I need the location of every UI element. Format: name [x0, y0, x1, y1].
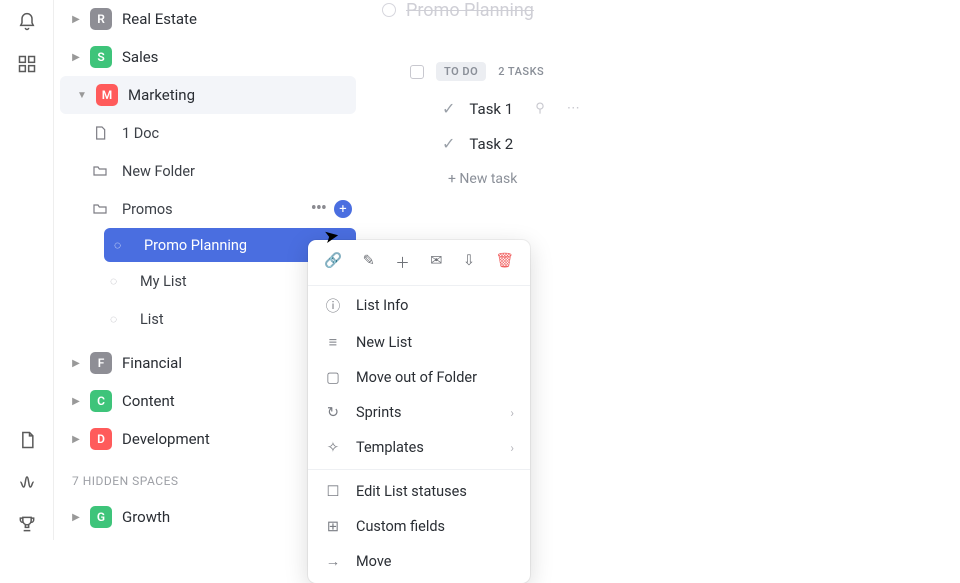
menu-list-info[interactable]: ⓘ List Info: [308, 286, 530, 325]
grid-icon[interactable]: [17, 54, 37, 74]
check-icon[interactable]: ✓: [442, 99, 455, 118]
space-avatar: M: [96, 84, 118, 106]
folder-label: New Folder: [122, 163, 352, 180]
status-pill[interactable]: TO DO: [436, 62, 486, 81]
space-avatar: G: [90, 506, 112, 528]
space-sales[interactable]: ▶ S Sales: [54, 38, 362, 76]
menu-label: Move out of Folder: [356, 369, 477, 386]
menu-label: List Info: [356, 297, 408, 314]
chevron-right-icon: ▶: [68, 396, 84, 407]
collapse-toggle[interactable]: [410, 65, 424, 79]
doc-icon[interactable]: [17, 430, 37, 450]
check-icon[interactable]: ✓: [442, 134, 455, 153]
folder-label: Promos: [122, 201, 311, 218]
menu-label: Templates: [356, 439, 424, 456]
info-icon: ⓘ: [324, 295, 342, 316]
menu-move-out[interactable]: ▢ Move out of Folder: [308, 360, 530, 395]
status-icon: ☐: [324, 483, 342, 500]
chevron-right-icon: ▶: [68, 512, 84, 523]
list-icon: ◌: [110, 274, 130, 288]
activity-icon[interactable]: [17, 472, 37, 492]
space-avatar: C: [90, 390, 112, 412]
move-icon: →: [324, 553, 342, 570]
status-bar: TO DO 2 TASKS: [410, 62, 940, 81]
download-icon[interactable]: ⇩: [463, 252, 475, 273]
attach-icon[interactable]: ⚲: [535, 101, 545, 116]
space-avatar: S: [90, 46, 112, 68]
menu-custom-fields[interactable]: ⊞ Custom fields: [308, 509, 530, 544]
plus-icon[interactable]: ＋: [395, 252, 410, 273]
list-icon: ◌: [114, 238, 134, 252]
menu-sprints[interactable]: ↻ Sprints ›: [308, 395, 530, 430]
chevron-right-icon: ›: [510, 441, 514, 455]
doc-label: 1 Doc: [122, 125, 352, 142]
trophy-icon[interactable]: [17, 514, 37, 534]
chevron-right-icon: ›: [510, 406, 514, 420]
menu-label: Edit List statuses: [356, 483, 467, 500]
add-icon[interactable]: +: [334, 200, 352, 218]
chevron-right-icon: ▶: [68, 14, 84, 25]
new-task-button[interactable]: + New task: [382, 161, 940, 187]
space-avatar: F: [90, 352, 112, 374]
menu-move[interactable]: → Move: [308, 544, 530, 579]
chevron-right-icon: ▶: [68, 358, 84, 369]
space-avatar: D: [90, 428, 112, 450]
context-menu: 🔗 ✎ ＋ ✉ ⇩ 🗑 ⓘ List Info ≡ New List ▢ Move o…: [308, 240, 530, 583]
pen-icon[interactable]: ✎: [363, 252, 375, 273]
task-title: Task 1: [469, 100, 513, 118]
space-avatar: R: [90, 8, 112, 30]
task-count: 2 TASKS: [498, 65, 544, 78]
chevron-down-icon: ▼: [74, 90, 90, 101]
list-label: Promo Planning: [144, 237, 331, 254]
menu-label: Custom fields: [356, 518, 445, 535]
doc-icon: [92, 125, 112, 141]
sprint-icon: ↻: [324, 404, 342, 421]
task-row[interactable]: ✓ Task 1 ⚲ ⋯: [382, 91, 940, 126]
trash-icon[interactable]: 🗑: [496, 252, 514, 273]
chevron-right-icon: ▶: [68, 434, 84, 445]
mail-icon[interactable]: ✉: [430, 252, 442, 273]
status-circle-icon: [382, 3, 396, 17]
menu-new-list[interactable]: ≡ New List: [308, 325, 530, 360]
chevron-right-icon: ▶: [68, 52, 84, 63]
more-task-icon[interactable]: ⋯: [567, 101, 580, 116]
menu-edit-statuses[interactable]: ☐ Edit List statuses: [308, 474, 530, 509]
sidebar-new-folder[interactable]: New Folder: [54, 152, 362, 190]
menu-label: Move: [356, 553, 391, 570]
space-label: Sales: [122, 48, 352, 66]
template-icon: ✧: [324, 439, 342, 456]
fields-icon: ⊞: [324, 518, 342, 535]
folder-icon: [92, 201, 112, 217]
space-real-estate[interactable]: ▶ R Real Estate: [54, 0, 362, 38]
link-icon[interactable]: 🔗: [324, 252, 342, 273]
task-title: Task 2: [469, 135, 513, 153]
divider: [308, 469, 530, 470]
menu-templates[interactable]: ✧ Templates ›: [308, 430, 530, 465]
menu-toolbar: 🔗 ✎ ＋ ✉ ⇩ 🗑: [308, 240, 530, 286]
task-row[interactable]: ✓ Task 2: [382, 126, 940, 161]
list-icon: ◌: [110, 312, 130, 326]
list-icon: ≡: [324, 334, 342, 351]
sidebar-doc[interactable]: 1 Doc: [54, 114, 362, 152]
space-marketing[interactable]: ▼ M Marketing: [60, 76, 356, 114]
menu-label: Sprints: [356, 404, 401, 421]
bell-icon[interactable]: [17, 12, 37, 32]
icon-rail: [0, 0, 54, 540]
breadcrumb: Promo Planning: [382, 0, 940, 22]
folder-out-icon: ▢: [324, 369, 342, 386]
menu-label: New List: [356, 334, 412, 351]
space-label: Marketing: [128, 86, 346, 104]
page-title: Promo Planning: [406, 0, 534, 21]
folder-icon: [92, 163, 112, 179]
sidebar-promos[interactable]: Promos ••• +: [54, 190, 362, 228]
space-label: Real Estate: [122, 10, 352, 28]
